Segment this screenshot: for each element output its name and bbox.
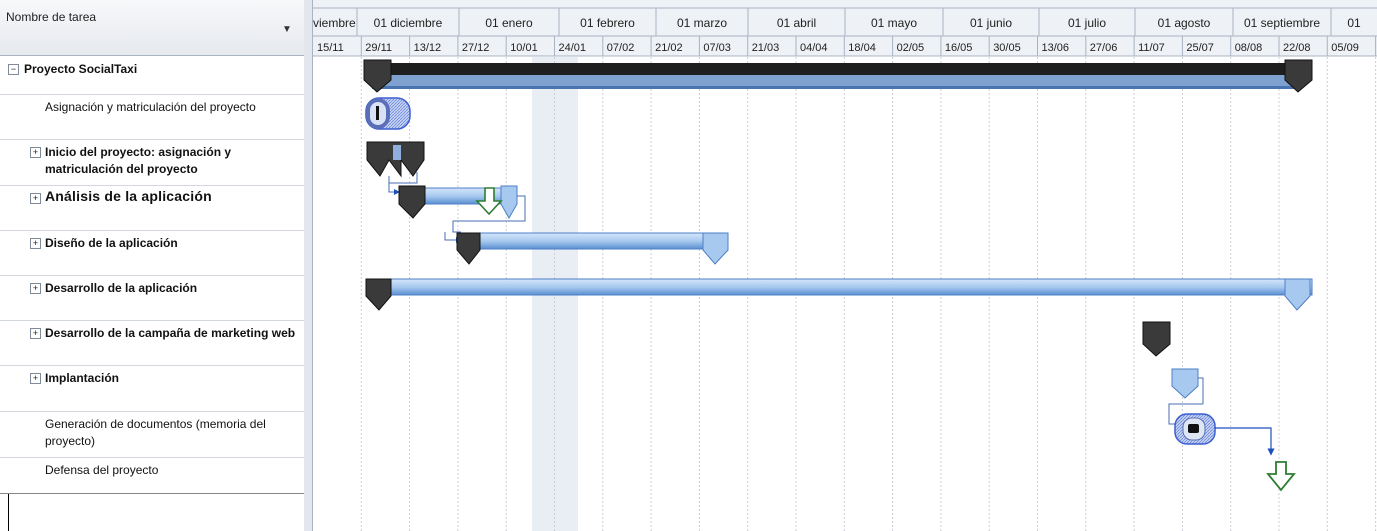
week-label: 27/06 bbox=[1090, 42, 1118, 54]
month-label: 01 junio bbox=[970, 16, 1012, 30]
task-list-pane: Nombre de tarea ▼ − Proyecto SocialTaxi … bbox=[0, 0, 305, 531]
task-name: Generación de documentos (memoria del pr… bbox=[45, 417, 266, 448]
chevron-down-icon[interactable]: ▼ bbox=[282, 24, 292, 35]
week-label: 13/12 bbox=[414, 42, 442, 54]
task-row-0[interactable]: − Proyecto SocialTaxi bbox=[0, 57, 304, 95]
summary-bar-diseno[interactable] bbox=[444, 232, 729, 265]
task-name: Análisis de la aplicación bbox=[45, 188, 212, 204]
task-name: Proyecto SocialTaxi bbox=[24, 62, 138, 76]
gantt-chart: viembre 01 diciembre 01 enero 01 febrero 01 … bbox=[313, 0, 1377, 531]
week-label: 10/01 bbox=[510, 42, 538, 54]
task-name: Asignación y matriculación del proyecto bbox=[45, 100, 256, 114]
month-label: 01 febrero bbox=[580, 16, 635, 30]
summary-bar-analisis[interactable] bbox=[388, 183, 526, 233]
week-label: 27/12 bbox=[462, 42, 490, 54]
week-label: 22/08 bbox=[1283, 42, 1311, 54]
task-bar-generacion[interactable] bbox=[1168, 403, 1275, 456]
month-label: viembre bbox=[313, 16, 356, 30]
week-label: 15/11 bbox=[317, 42, 344, 54]
week-label: 04/04 bbox=[800, 42, 828, 54]
task-row-9[interactable]: Defensa del proyecto bbox=[0, 458, 304, 494]
expand-icon[interactable]: + bbox=[30, 373, 41, 384]
pane-splitter[interactable] bbox=[304, 0, 313, 531]
summary-bar-proyecto[interactable] bbox=[363, 59, 1313, 93]
week-label: 02/05 bbox=[897, 42, 925, 54]
week-label: 07/02 bbox=[607, 42, 635, 54]
week-label: 13/06 bbox=[1042, 42, 1070, 54]
week-label: 07/03 bbox=[703, 42, 731, 54]
task-row-2[interactable]: + Inicio del proyecto: asignación y matr… bbox=[0, 140, 304, 186]
expand-icon[interactable]: + bbox=[30, 238, 41, 249]
task-name-column-header[interactable]: Nombre de tarea ▼ bbox=[0, 0, 304, 56]
task-bar-asignacion[interactable] bbox=[365, 97, 411, 130]
task-name: Inicio del proyecto: asignación y matric… bbox=[45, 145, 232, 176]
month-label: 01 septiembre bbox=[1244, 16, 1320, 30]
week-label: 25/07 bbox=[1186, 42, 1214, 54]
task-row-1[interactable]: Asignación y matriculación del proyecto bbox=[0, 95, 304, 140]
summary-bar-desarrollo[interactable] bbox=[365, 278, 1313, 311]
summary-bar-implantacion[interactable] bbox=[1171, 368, 1204, 404]
month-label: 01 agosto bbox=[1158, 16, 1211, 30]
week-label: 05/09 bbox=[1331, 42, 1359, 54]
expand-icon[interactable]: + bbox=[30, 283, 41, 294]
task-name: Desarrollo de la aplicación bbox=[45, 281, 198, 295]
week-label: 11/07 bbox=[1138, 42, 1165, 54]
week-label: 18/04 bbox=[848, 42, 876, 54]
week-label: 24/01 bbox=[559, 42, 587, 54]
text-cursor bbox=[8, 494, 9, 531]
week-label: 08/08 bbox=[1235, 42, 1263, 54]
task-name: Implantación bbox=[45, 371, 120, 385]
month-label: 01 enero bbox=[485, 16, 533, 30]
task-row-6[interactable]: + Desarrollo de la campaña de marketing … bbox=[0, 321, 304, 366]
expand-icon[interactable]: + bbox=[30, 147, 41, 158]
milestone-defensa[interactable] bbox=[1266, 461, 1296, 492]
task-name-header-label: Nombre de tarea bbox=[6, 10, 97, 24]
task-name: Desarrollo de la campaña de marketing we… bbox=[45, 326, 296, 340]
week-label: 16/05 bbox=[945, 42, 973, 54]
week-label: 21/03 bbox=[752, 42, 780, 54]
month-label: 01 diciembre bbox=[374, 16, 443, 30]
expand-icon[interactable]: + bbox=[30, 328, 41, 339]
summary-bar-inicio[interactable] bbox=[366, 141, 425, 184]
week-label: 21/02 bbox=[655, 42, 683, 54]
month-label: 01 mayo bbox=[871, 16, 917, 30]
task-name: Diseño de la aplicación bbox=[45, 236, 178, 250]
week-label: 30/05 bbox=[993, 42, 1021, 54]
summary-bar-marketing[interactable] bbox=[1142, 321, 1171, 357]
task-row-3[interactable]: + Análisis de la aplicación bbox=[0, 186, 304, 231]
task-name: Defensa del proyecto bbox=[45, 463, 159, 477]
expand-icon[interactable]: + bbox=[30, 193, 41, 204]
month-label: 01 bbox=[1347, 16, 1361, 30]
week-label: 29/11 bbox=[365, 42, 392, 54]
collapse-icon[interactable]: − bbox=[8, 64, 19, 75]
month-label: 01 marzo bbox=[677, 16, 727, 30]
month-label: 01 julio bbox=[1068, 16, 1106, 30]
month-label: 01 abril bbox=[777, 16, 816, 30]
task-row-7[interactable]: + Implantación bbox=[0, 366, 304, 412]
task-row-4[interactable]: + Diseño de la aplicación bbox=[0, 231, 304, 276]
task-row-5[interactable]: + Desarrollo de la aplicación bbox=[0, 276, 304, 321]
task-row-8[interactable]: Generación de documentos (memoria del pr… bbox=[0, 412, 304, 458]
